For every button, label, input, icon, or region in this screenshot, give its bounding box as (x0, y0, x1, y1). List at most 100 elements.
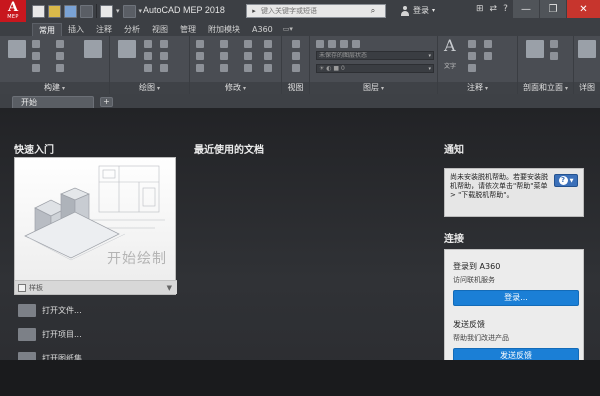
pipe-tool-icon[interactable] (56, 52, 64, 60)
pan-icon[interactable] (292, 64, 300, 72)
fillet-tool-icon[interactable] (244, 52, 252, 60)
tab-home[interactable]: 常用 (32, 23, 62, 36)
exchange-icon[interactable]: ⇄ (490, 4, 498, 14)
sign-in-button[interactable]: 登录 ▾ (400, 5, 435, 16)
template-icon (18, 283, 26, 292)
trim-tool-icon[interactable] (244, 40, 252, 48)
panel-view: 视图 (282, 36, 310, 94)
circle-tool-icon[interactable] (144, 40, 152, 48)
feedback-heading: 发送反馈 (453, 320, 485, 329)
panel-annotation-title[interactable]: 注释 ▾ (438, 82, 517, 94)
keynote-tool-icon[interactable] (484, 52, 492, 60)
equipment-tool-icon[interactable] (56, 64, 64, 72)
panel-draw-title[interactable]: 绘图 ▾ (110, 82, 189, 94)
move-tool-icon[interactable] (196, 40, 204, 48)
new-tab-button[interactable]: + (100, 97, 113, 107)
ribbon: 构建 ▾ 绘图 ▾ 修改 ▾ 视图 未保存的图层状态 ▾ ☀ ◐ ■ 0 ▾ 图… (0, 36, 600, 94)
elevation-tool-icon[interactable] (550, 40, 558, 48)
tab-insert[interactable]: 插入 (62, 23, 90, 36)
save-as-icon[interactable] (80, 4, 93, 18)
rectangle-tool-icon[interactable] (144, 64, 152, 72)
minimize-button[interactable]: — (512, 0, 539, 18)
customize-toolbar-icon[interactable]: ▾ (139, 7, 143, 15)
tab-view[interactable]: 视图 (146, 23, 174, 36)
panel-detail-title[interactable]: 详图 (574, 82, 600, 94)
text-tool-label: 文字 (444, 63, 457, 70)
spline-tool-icon[interactable] (160, 64, 168, 72)
user-icon (400, 5, 410, 16)
zoom-icon[interactable] (292, 52, 300, 60)
sign-in-a360-button[interactable]: 登录... (453, 290, 579, 306)
stair-tool-icon[interactable] (32, 64, 40, 72)
open-folder-icon[interactable] (48, 4, 61, 18)
search-input[interactable] (261, 7, 365, 15)
tag-tool-icon[interactable] (484, 40, 492, 48)
dimension-tool-icon[interactable] (468, 40, 476, 48)
duct-tool-icon[interactable] (56, 40, 64, 48)
section-tool-icon[interactable] (526, 40, 544, 58)
offset-tool-icon[interactable] (264, 64, 272, 72)
explode-tool-icon[interactable] (264, 52, 272, 60)
window-tool-icon[interactable] (32, 40, 40, 48)
stretch-tool-icon[interactable] (196, 64, 204, 72)
panel-build-title[interactable]: 构建 ▾ (0, 82, 109, 94)
copy-tool-icon[interactable] (196, 52, 204, 60)
save-icon[interactable] (64, 4, 77, 18)
undo-dropdown-icon[interactable]: ▾ (116, 7, 120, 15)
panel-view-title[interactable]: 视图 (282, 82, 309, 94)
plot-icon[interactable] (100, 4, 113, 18)
fitting-tool-icon[interactable] (84, 40, 102, 58)
leader-tool-icon[interactable] (468, 52, 476, 60)
help-dropdown-button[interactable]: ? ▼ (554, 174, 578, 187)
tab-annotate[interactable]: 注释 (90, 23, 118, 36)
ribbon-tab-bar: 常用 插入 注释 分析 视图 管理 附加模块 A360 ▭▾ (0, 22, 600, 36)
hatch-tool-icon[interactable] (160, 52, 168, 60)
rotate-tool-icon[interactable] (220, 40, 228, 48)
quick-start-title: 快速入门 (14, 145, 54, 156)
array-tool-icon[interactable] (244, 64, 252, 72)
polyline-tool-icon[interactable] (160, 40, 168, 48)
template-select[interactable]: 样板 ▼ (15, 280, 177, 294)
text-tool-icon[interactable]: A (444, 36, 456, 55)
search-box[interactable]: ▸ ⌕ (246, 4, 386, 18)
cart-icon[interactable]: ⊞ (476, 4, 484, 14)
layer-state-icon[interactable] (328, 40, 336, 48)
workspace-icon[interactable] (122, 4, 136, 18)
ribbon-minimize-icon[interactable]: ▭▾ (283, 23, 293, 36)
maximize-button[interactable]: ❐ (539, 0, 566, 18)
tab-addins[interactable]: 附加模块 (202, 23, 246, 36)
panel-layers-title[interactable]: 图层 ▾ (310, 82, 437, 94)
panel-detail: 详图 (574, 36, 600, 94)
callout-tool-icon[interactable] (550, 52, 558, 60)
panel-modify-title[interactable]: 修改 ▾ (190, 82, 281, 94)
mirror-tool-icon[interactable] (220, 52, 228, 60)
open-project-link[interactable]: 打开项目... (18, 328, 82, 341)
layer-freeze-icon[interactable] (352, 40, 360, 48)
layer-state-select[interactable]: 未保存的图层状态 ▾ (316, 51, 434, 60)
panel-section-elevation-title[interactable]: 剖面和立面 ▾ (518, 82, 573, 94)
open-files-link[interactable]: 打开文件... (18, 304, 82, 317)
help-icon[interactable]: ? (503, 4, 508, 14)
line-tool-icon[interactable] (118, 40, 136, 58)
wall-tool-icon[interactable] (8, 40, 26, 58)
application-menu-button[interactable]: A MEP (0, 0, 26, 22)
tab-manage[interactable]: 管理 (174, 23, 202, 36)
detail-component-icon[interactable] (578, 40, 596, 58)
new-file-icon[interactable] (32, 4, 45, 18)
viewcube-icon[interactable] (292, 40, 300, 48)
search-expand-icon[interactable]: ▸ (247, 5, 261, 17)
layer-select[interactable]: ☀ ◐ ■ 0 ▾ (316, 64, 434, 73)
erase-tool-icon[interactable] (264, 40, 272, 48)
close-button[interactable]: ✕ (566, 0, 600, 18)
arc-tool-icon[interactable] (144, 52, 152, 60)
table-tool-icon[interactable] (468, 64, 476, 72)
layer-properties-icon[interactable] (316, 40, 324, 48)
binoculars-icon[interactable]: ⌕ (365, 5, 381, 17)
start-tab[interactable]: 开始 (12, 96, 94, 108)
layer-isolate-icon[interactable] (340, 40, 348, 48)
door-tool-icon[interactable] (32, 52, 40, 60)
start-drawing-tile[interactable]: 开始绘制 样板 ▼ (14, 157, 177, 295)
tab-a360[interactable]: A360 (246, 23, 279, 36)
tab-analyze[interactable]: 分析 (118, 23, 146, 36)
scale-tool-icon[interactable] (220, 64, 228, 72)
